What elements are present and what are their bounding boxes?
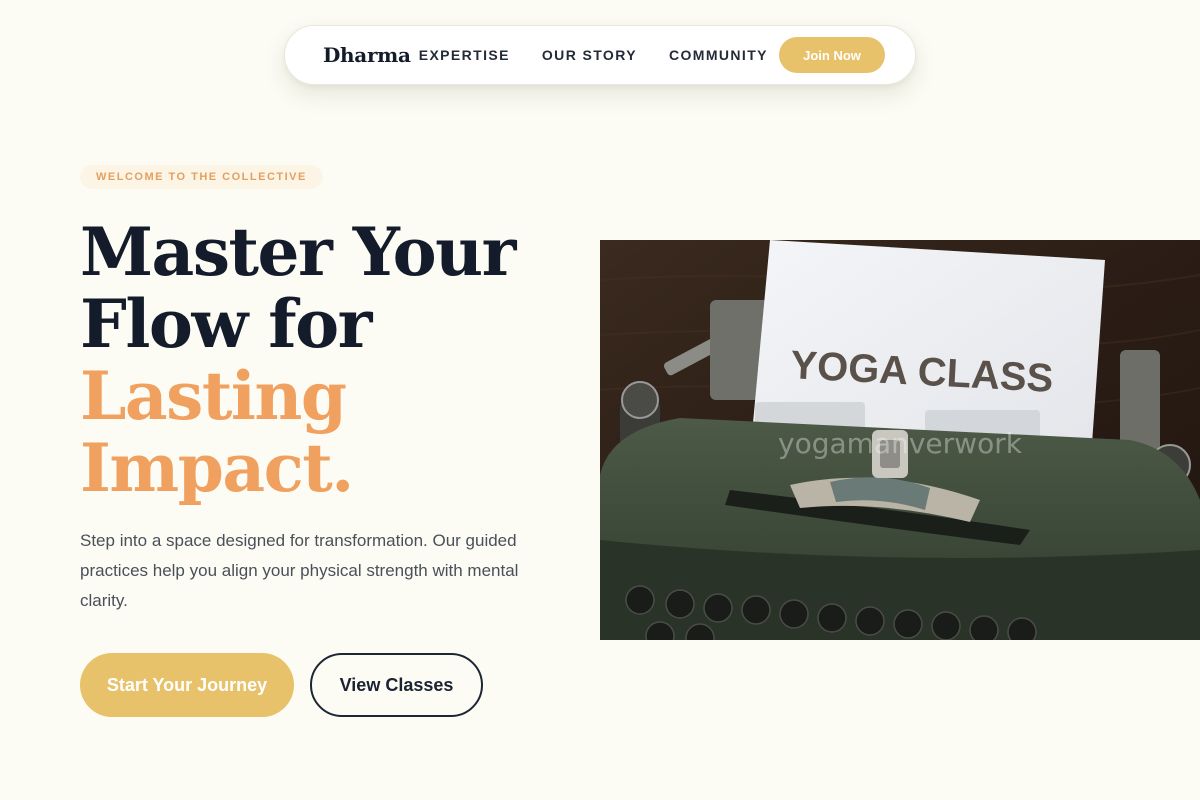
headline-line-1: Master Your	[80, 213, 516, 291]
nav-link-our-story[interactable]: OUR STORY	[542, 47, 637, 63]
join-now-button[interactable]: Join Now	[779, 37, 885, 73]
start-journey-button[interactable]: Start Your Journey	[80, 653, 294, 717]
view-classes-button[interactable]: View Classes	[310, 653, 483, 717]
nav-links: EXPERTISE OUR STORY COMMUNITY	[419, 47, 768, 63]
headline-accent-line-1: Lasting	[80, 357, 347, 435]
hero-image-typewriter: YOGA CLASS yogamanverwork	[600, 240, 1200, 640]
nav-link-expertise[interactable]: EXPERTISE	[419, 47, 510, 63]
hero-subtext: Step into a space designed for transform…	[80, 531, 519, 610]
headline-line-2: Flow for	[80, 285, 372, 363]
nav-link-community[interactable]: COMMUNITY	[669, 47, 768, 63]
image-watermark: yogamanverwork	[778, 427, 1023, 460]
eyebrow-badge: WELCOME TO THE COLLECTIVE	[80, 165, 323, 189]
brand-logo[interactable]: Dharma	[323, 43, 411, 67]
top-navbar: Dharma EXPERTISE OUR STORY COMMUNITY Joi…	[284, 25, 916, 85]
hero-headline: Master Your Flow for Lasting Impact.	[80, 216, 580, 504]
headline-accent-line-2: Impact.	[80, 429, 354, 507]
